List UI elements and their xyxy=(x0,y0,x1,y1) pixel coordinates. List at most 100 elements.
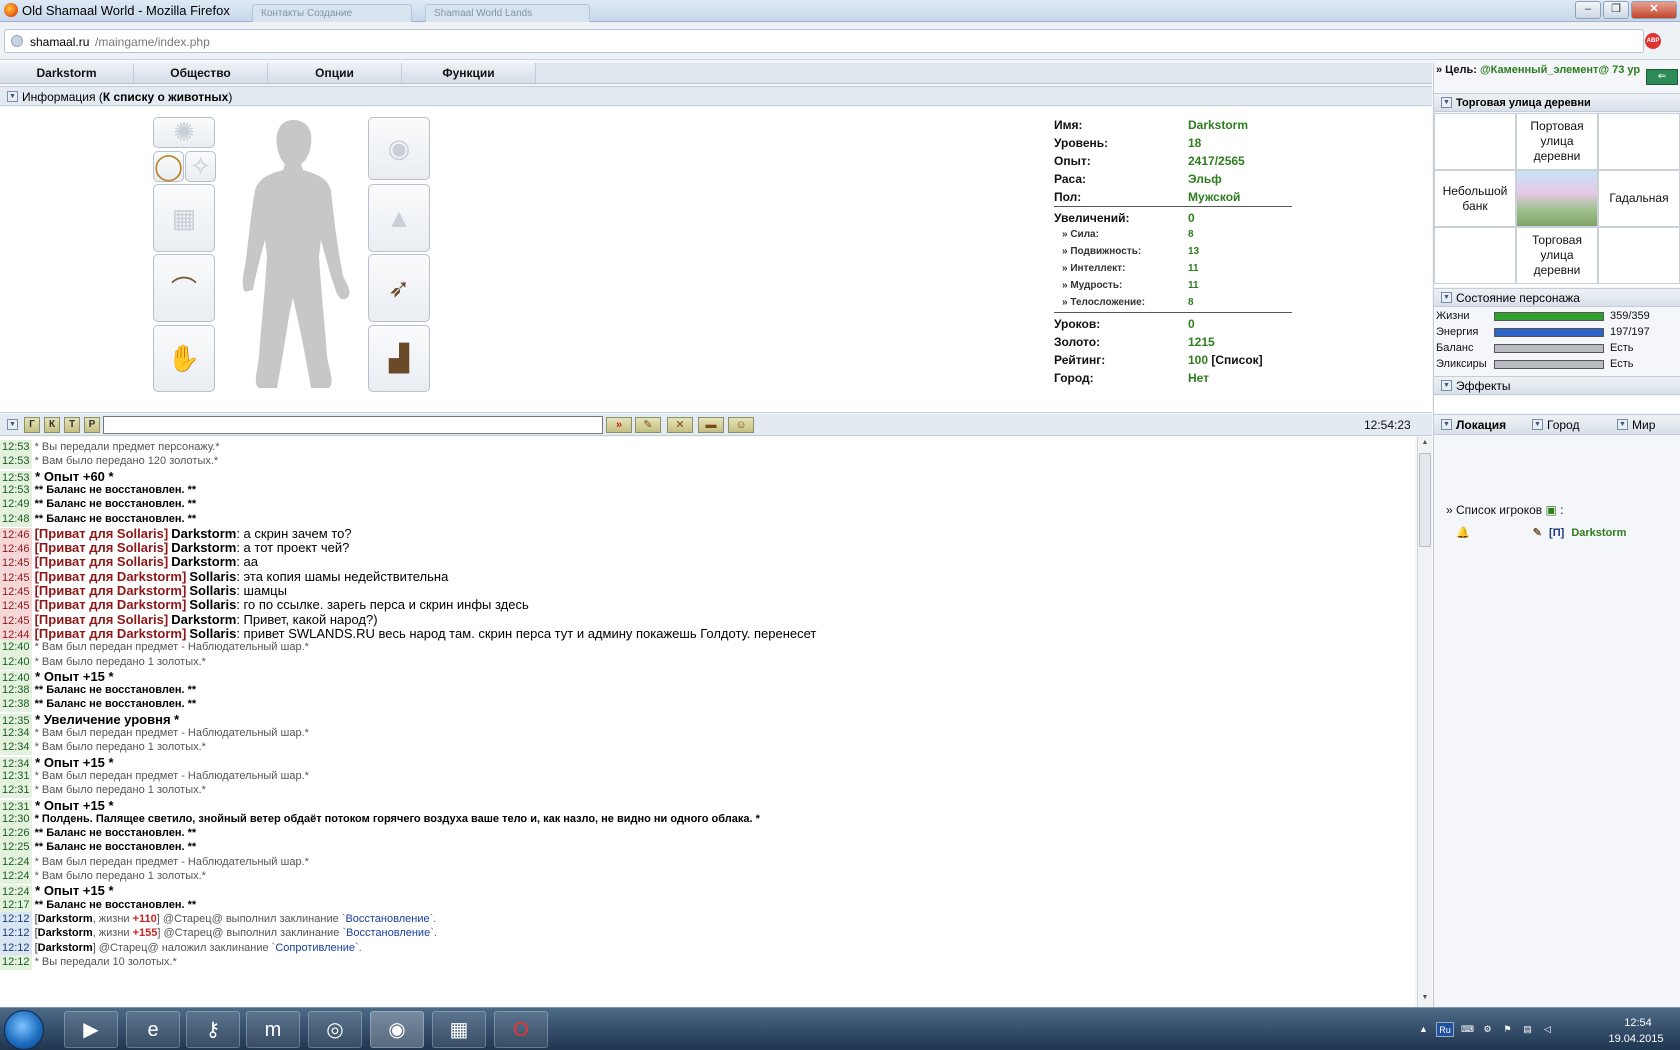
collapse-effects-button[interactable]: ▼ xyxy=(1441,380,1452,391)
chat-nick[interactable]: Darkstorm xyxy=(171,526,236,541)
chat-channel-r-button[interactable]: Р xyxy=(84,417,100,433)
ring-slot-2[interactable]: ✧ xyxy=(185,151,216,182)
name-value: Darkstorm xyxy=(1188,118,1249,132)
spell-target[interactable]: Darkstorm xyxy=(38,913,93,925)
restore-button[interactable]: ❐ xyxy=(1603,1,1629,19)
translit-icon[interactable]: ✎ xyxy=(635,417,661,433)
chat-scrollbar[interactable]: ▲ ▼ xyxy=(1417,437,1432,1007)
background-tab-2[interactable]: Shamaal World Lands xyxy=(425,4,590,22)
firefox-taskbar-icon[interactable]: ◉ xyxy=(370,1011,424,1048)
scroll-thumb[interactable] xyxy=(1419,453,1431,547)
ie-icon[interactable]: e xyxy=(126,1011,180,1048)
bell-icon[interactable]: 🔔 xyxy=(1456,527,1470,539)
chat-channel-g-button[interactable]: Г xyxy=(24,417,40,433)
minimize-button[interactable]: – xyxy=(1575,1,1601,19)
menu-society[interactable]: Общество xyxy=(134,63,268,83)
menu-options[interactable]: Опции xyxy=(268,63,402,83)
chat-channel-k-button[interactable]: К xyxy=(44,417,60,433)
map-east-exit[interactable]: Гадальная xyxy=(1598,170,1680,227)
media-player-icon[interactable]: ▶ xyxy=(64,1011,118,1048)
keyboard-icon[interactable]: ⌨ xyxy=(1460,1022,1475,1037)
smiley-icon[interactable]: ☺ xyxy=(728,417,754,433)
send-button[interactable]: » xyxy=(606,417,632,433)
firefox-icon xyxy=(4,3,18,17)
adblock-icon[interactable]: ABP xyxy=(1645,33,1661,49)
chat-nick[interactable]: Darkstorm xyxy=(171,612,236,627)
helmet-slot[interactable]: ◉ xyxy=(368,117,430,180)
start-button[interactable] xyxy=(4,1010,44,1050)
collapse-state-button[interactable]: ▼ xyxy=(1441,292,1452,303)
spell-target[interactable]: Darkstorm xyxy=(38,942,93,954)
spreadsheet-icon[interactable]: ▦ xyxy=(432,1011,486,1048)
animals-list-link[interactable]: К списку о животных xyxy=(103,90,229,104)
private-recipient[interactable]: [Приват для Sollaris] xyxy=(35,612,169,627)
refresh-icon[interactable]: ▣ xyxy=(1545,503,1556,517)
private-recipient[interactable]: [Приват для Sollaris] xyxy=(35,526,169,541)
tab-city[interactable]: Город xyxy=(1547,415,1579,435)
private-recipient[interactable]: [Приват для Darkstorm] xyxy=(35,626,187,641)
ring-slot-1[interactable]: ◯ xyxy=(153,151,184,182)
quiver-slot[interactable]: ➶ xyxy=(368,254,430,322)
private-recipient[interactable]: [Приват для Darkstorm] xyxy=(35,597,187,612)
chrome-icon[interactable]: ◎ xyxy=(308,1011,362,1048)
scroll-lock-icon[interactable]: ▬ xyxy=(698,417,724,433)
map-north-exit[interactable]: Портовая улица деревни xyxy=(1516,113,1598,170)
tray-app-icon[interactable]: ⚙ xyxy=(1480,1022,1495,1037)
bow-slot[interactable]: ⌒ xyxy=(153,254,215,322)
clear-icon[interactable]: ✕ xyxy=(667,417,693,433)
collapse-chat-button[interactable]: ▼ xyxy=(7,419,18,430)
private-recipient[interactable]: [Приват для Darkstorm] xyxy=(35,583,187,598)
chat-line: 12:12 * Вы передали 10 золотых.* xyxy=(0,954,177,970)
chat-nick[interactable]: Sollaris xyxy=(189,597,236,612)
chat-message: : привет SWLANDS.RU весь народ там. скри… xyxy=(236,625,817,641)
armor-slot[interactable]: ▦ xyxy=(153,184,215,252)
network-icon[interactable]: ▤ xyxy=(1520,1022,1535,1037)
player-name-link[interactable]: Darkstorm xyxy=(1571,527,1626,539)
flag-icon[interactable]: ⚑ xyxy=(1500,1022,1515,1037)
collapse-location-button[interactable]: ▼ xyxy=(1441,97,1452,108)
collapse-tabs-button[interactable]: ▼ xyxy=(1441,419,1452,430)
chat-channel-t-button[interactable]: Т xyxy=(64,417,80,433)
close-window-button[interactable]: ✕ xyxy=(1631,1,1677,19)
private-recipient[interactable]: [Приват для Sollaris] xyxy=(35,554,169,569)
tray-clock-date[interactable]: 19.04.2015 xyxy=(1600,1033,1672,1045)
chat-nick[interactable]: Darkstorm xyxy=(171,540,236,555)
opera-icon[interactable]: O xyxy=(494,1011,548,1048)
gloves-slot[interactable]: ✋ xyxy=(153,325,215,392)
chat-nick[interactable]: Sollaris xyxy=(189,569,236,584)
boots-slot[interactable]: ▟ xyxy=(368,325,430,392)
keys-app-icon[interactable]: ⚷ xyxy=(186,1011,240,1048)
cloak-slot[interactable]: ▲ xyxy=(368,184,430,252)
exit-icon[interactable]: ⇐ xyxy=(1646,69,1678,85)
map-south-exit[interactable]: Торговая улица деревни xyxy=(1516,227,1598,284)
map-west-exit[interactable]: Небольшой банк xyxy=(1434,170,1516,227)
chat-input[interactable] xyxy=(103,416,603,434)
language-indicator[interactable]: Ru xyxy=(1436,1022,1454,1037)
tab-world[interactable]: Мир xyxy=(1632,415,1655,435)
private-recipient[interactable]: [Приват для Darkstorm] xyxy=(35,569,187,584)
url-bar[interactable]: shamaal.ru /maingame/index.php xyxy=(4,29,1644,53)
menu-functions[interactable]: Функции xyxy=(402,63,536,83)
scroll-down-arrow-icon[interactable]: ▼ xyxy=(1418,994,1432,1004)
tray-clock-time[interactable]: 12:54 xyxy=(1608,1017,1668,1029)
background-tab-1[interactable]: Контакты Создание xyxy=(252,4,412,22)
tab-city-toggle[interactable]: ▼ xyxy=(1532,419,1543,430)
gold-value: 1215 xyxy=(1188,335,1215,349)
chat-timestamp: 12:12 xyxy=(0,954,32,970)
target-name[interactable]: @Каменный_элемент@ 73 ур xyxy=(1480,64,1640,76)
chat-nick[interactable]: Darkstorm xyxy=(171,554,236,569)
volume-icon[interactable]: ◁ xyxy=(1540,1022,1555,1037)
chat-nick[interactable]: Sollaris xyxy=(189,583,236,598)
tab-world-toggle[interactable]: ▼ xyxy=(1617,419,1628,430)
scroll-up-arrow-icon[interactable]: ▲ xyxy=(1418,439,1432,449)
tab-location[interactable]: Локация xyxy=(1456,415,1506,435)
rating-list-link[interactable]: [Список] xyxy=(1211,353,1262,367)
collapse-info-button[interactable]: ▼ xyxy=(7,91,18,102)
chat-nick[interactable]: Sollaris xyxy=(189,626,236,641)
spell-target[interactable]: Darkstorm xyxy=(38,927,93,939)
tray-expand-icon[interactable]: ▲ xyxy=(1416,1022,1431,1037)
maxthon-icon[interactable]: m xyxy=(246,1011,300,1048)
private-recipient[interactable]: [Приват для Sollaris] xyxy=(35,540,169,555)
amulet-slot[interactable]: ✺ xyxy=(153,117,215,148)
menu-darkstorm[interactable]: Darkstorm xyxy=(0,63,134,83)
